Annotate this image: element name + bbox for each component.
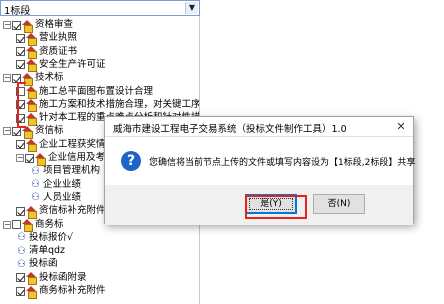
house-icon [26, 86, 37, 99]
tree-node[interactable]: ⚇ 投标函 [16, 257, 58, 271]
tree-node[interactable]: ⚇ 项目管理机构 [30, 164, 100, 178]
people-icon: ⚇ [17, 232, 26, 244]
section-dropdown[interactable]: 1标段 ▼ [0, 0, 200, 17]
collapse-toggle-icon[interactable]: − [3, 220, 11, 229]
tree-node[interactable]: − 商务标 [3, 218, 64, 232]
chevron-down-icon[interactable]: ▼ [185, 2, 198, 14]
tree-node-label: 营业执照 [39, 32, 78, 44]
tree-node[interactable]: 企业工程获奖情况 [16, 138, 115, 153]
tree-node[interactable]: 投标函附录 [16, 271, 87, 286]
collapse-toggle-icon[interactable]: − [16, 154, 24, 162]
tree-node-label: 项目管理机构 [43, 165, 101, 177]
collapse-toggle-icon[interactable]: − [3, 74, 11, 83]
tree-node-label: 企业业绩 [43, 178, 82, 190]
dialog-title: 威海市建设工程电子交易系统（投标文件制作工具）1.0 [113, 124, 347, 135]
tree-node[interactable]: 施工方案和技术措施合理，对关键工序有针 [16, 98, 200, 113]
tree-node-label: 资格审查 [35, 19, 74, 30]
yes-button-highlight [245, 195, 307, 219]
node-checkbox[interactable] [25, 153, 34, 163]
house-icon [22, 219, 33, 232]
people-icon: ⚇ [31, 179, 40, 191]
tree-node[interactable]: 施工总平面图布置设计合理 [16, 85, 153, 99]
node-checkbox[interactable] [16, 286, 25, 296]
house-icon [26, 46, 37, 60]
tree-node-label: 资信标补充附件 [39, 205, 106, 217]
house-icon [26, 139, 37, 153]
tree-node-label: 施工方案和技术措施合理，对关键工序有针 [39, 98, 200, 110]
tree-node-label: 资质证书 [39, 45, 78, 57]
confirm-dialog: 威海市建设工程电子交易系统（投标文件制作工具）1.0 ✕ ? 您确信将当前节点上… [104, 116, 416, 225]
house-icon [26, 32, 37, 46]
node-checkbox[interactable] [16, 47, 25, 57]
node-checkbox[interactable] [12, 126, 21, 136]
house-icon [26, 59, 37, 73]
tree-node[interactable]: ⚇ 企业业绩 [30, 178, 81, 192]
tree-node[interactable]: 营业执照 [16, 31, 78, 46]
people-icon: ⚇ [17, 258, 26, 270]
tree-node[interactable]: ⚇ 清单qdz [16, 244, 65, 258]
tree-node-label: 投标函 [29, 258, 58, 270]
close-icon[interactable]: ✕ [393, 119, 409, 135]
tree-node-label: 投标函附录 [39, 271, 87, 283]
collapse-toggle-icon[interactable]: − [3, 21, 11, 29]
tree-node[interactable]: ⚇ 人员业绩 [30, 191, 81, 205]
node-checkbox[interactable] [16, 273, 25, 283]
house-icon [26, 112, 37, 126]
tree-node[interactable]: − 资格审查 [3, 18, 74, 33]
house-icon [26, 99, 37, 113]
tree-node-label: 施工总平面图布置设计合理 [39, 85, 154, 97]
house-icon [26, 285, 37, 299]
tree-node[interactable]: − 企业信用及考核 [16, 151, 115, 166]
dialog-titlebar: 威海市建设工程电子交易系统（投标文件制作工具）1.0 ✕ [105, 117, 413, 137]
tree-node-label: 投标报价√ [29, 231, 74, 243]
house-icon [35, 152, 46, 166]
people-icon: ⚇ [31, 165, 40, 177]
node-checkbox[interactable] [12, 20, 21, 30]
house-icon [22, 19, 33, 33]
tree-node-label: 资信标 [35, 125, 64, 137]
node-checkbox[interactable] [16, 206, 25, 216]
tree-node-label: 商务标补充附件 [39, 285, 106, 296]
node-checkbox[interactable] [12, 220, 21, 229]
tree-node-label: 技术标 [35, 72, 64, 84]
tree-node-label: 商务标 [35, 218, 64, 230]
node-checkbox[interactable] [16, 60, 25, 70]
tree-node-label: 安全生产许可证 [39, 58, 106, 70]
node-checkbox[interactable] [16, 140, 25, 150]
node-checkbox[interactable] [16, 33, 25, 43]
tree-node[interactable]: ⚇ 投标报价√ [16, 231, 73, 245]
dialog-message: 您确信将当前节点上传的文件或填写内容设为【1标段,2标段】共享 [149, 158, 416, 168]
tree-node[interactable]: − 技术标 [3, 71, 64, 86]
section-dropdown-value: 1标段 [4, 6, 31, 17]
tree-node[interactable]: 安全生产许可证 [16, 58, 106, 73]
tree-node[interactable]: 资信标补充附件 [16, 204, 106, 219]
tree-node[interactable]: 商务标补充附件 [16, 284, 106, 299]
question-icon: ? [121, 151, 141, 171]
people-icon: ⚇ [31, 192, 40, 204]
house-icon [26, 205, 37, 219]
tree-node-label: 人员业绩 [43, 191, 82, 203]
house-icon [26, 272, 37, 286]
no-button[interactable]: 否(N) [313, 194, 365, 214]
collapse-toggle-icon[interactable]: − [3, 127, 11, 136]
people-icon: ⚇ [17, 245, 26, 257]
tree-node-label: 清单qdz [29, 245, 66, 257]
tree-node[interactable]: 资质证书 [16, 45, 78, 60]
annotation-highlight [17, 82, 26, 128]
tree-node[interactable]: − 资信标 [3, 124, 64, 139]
